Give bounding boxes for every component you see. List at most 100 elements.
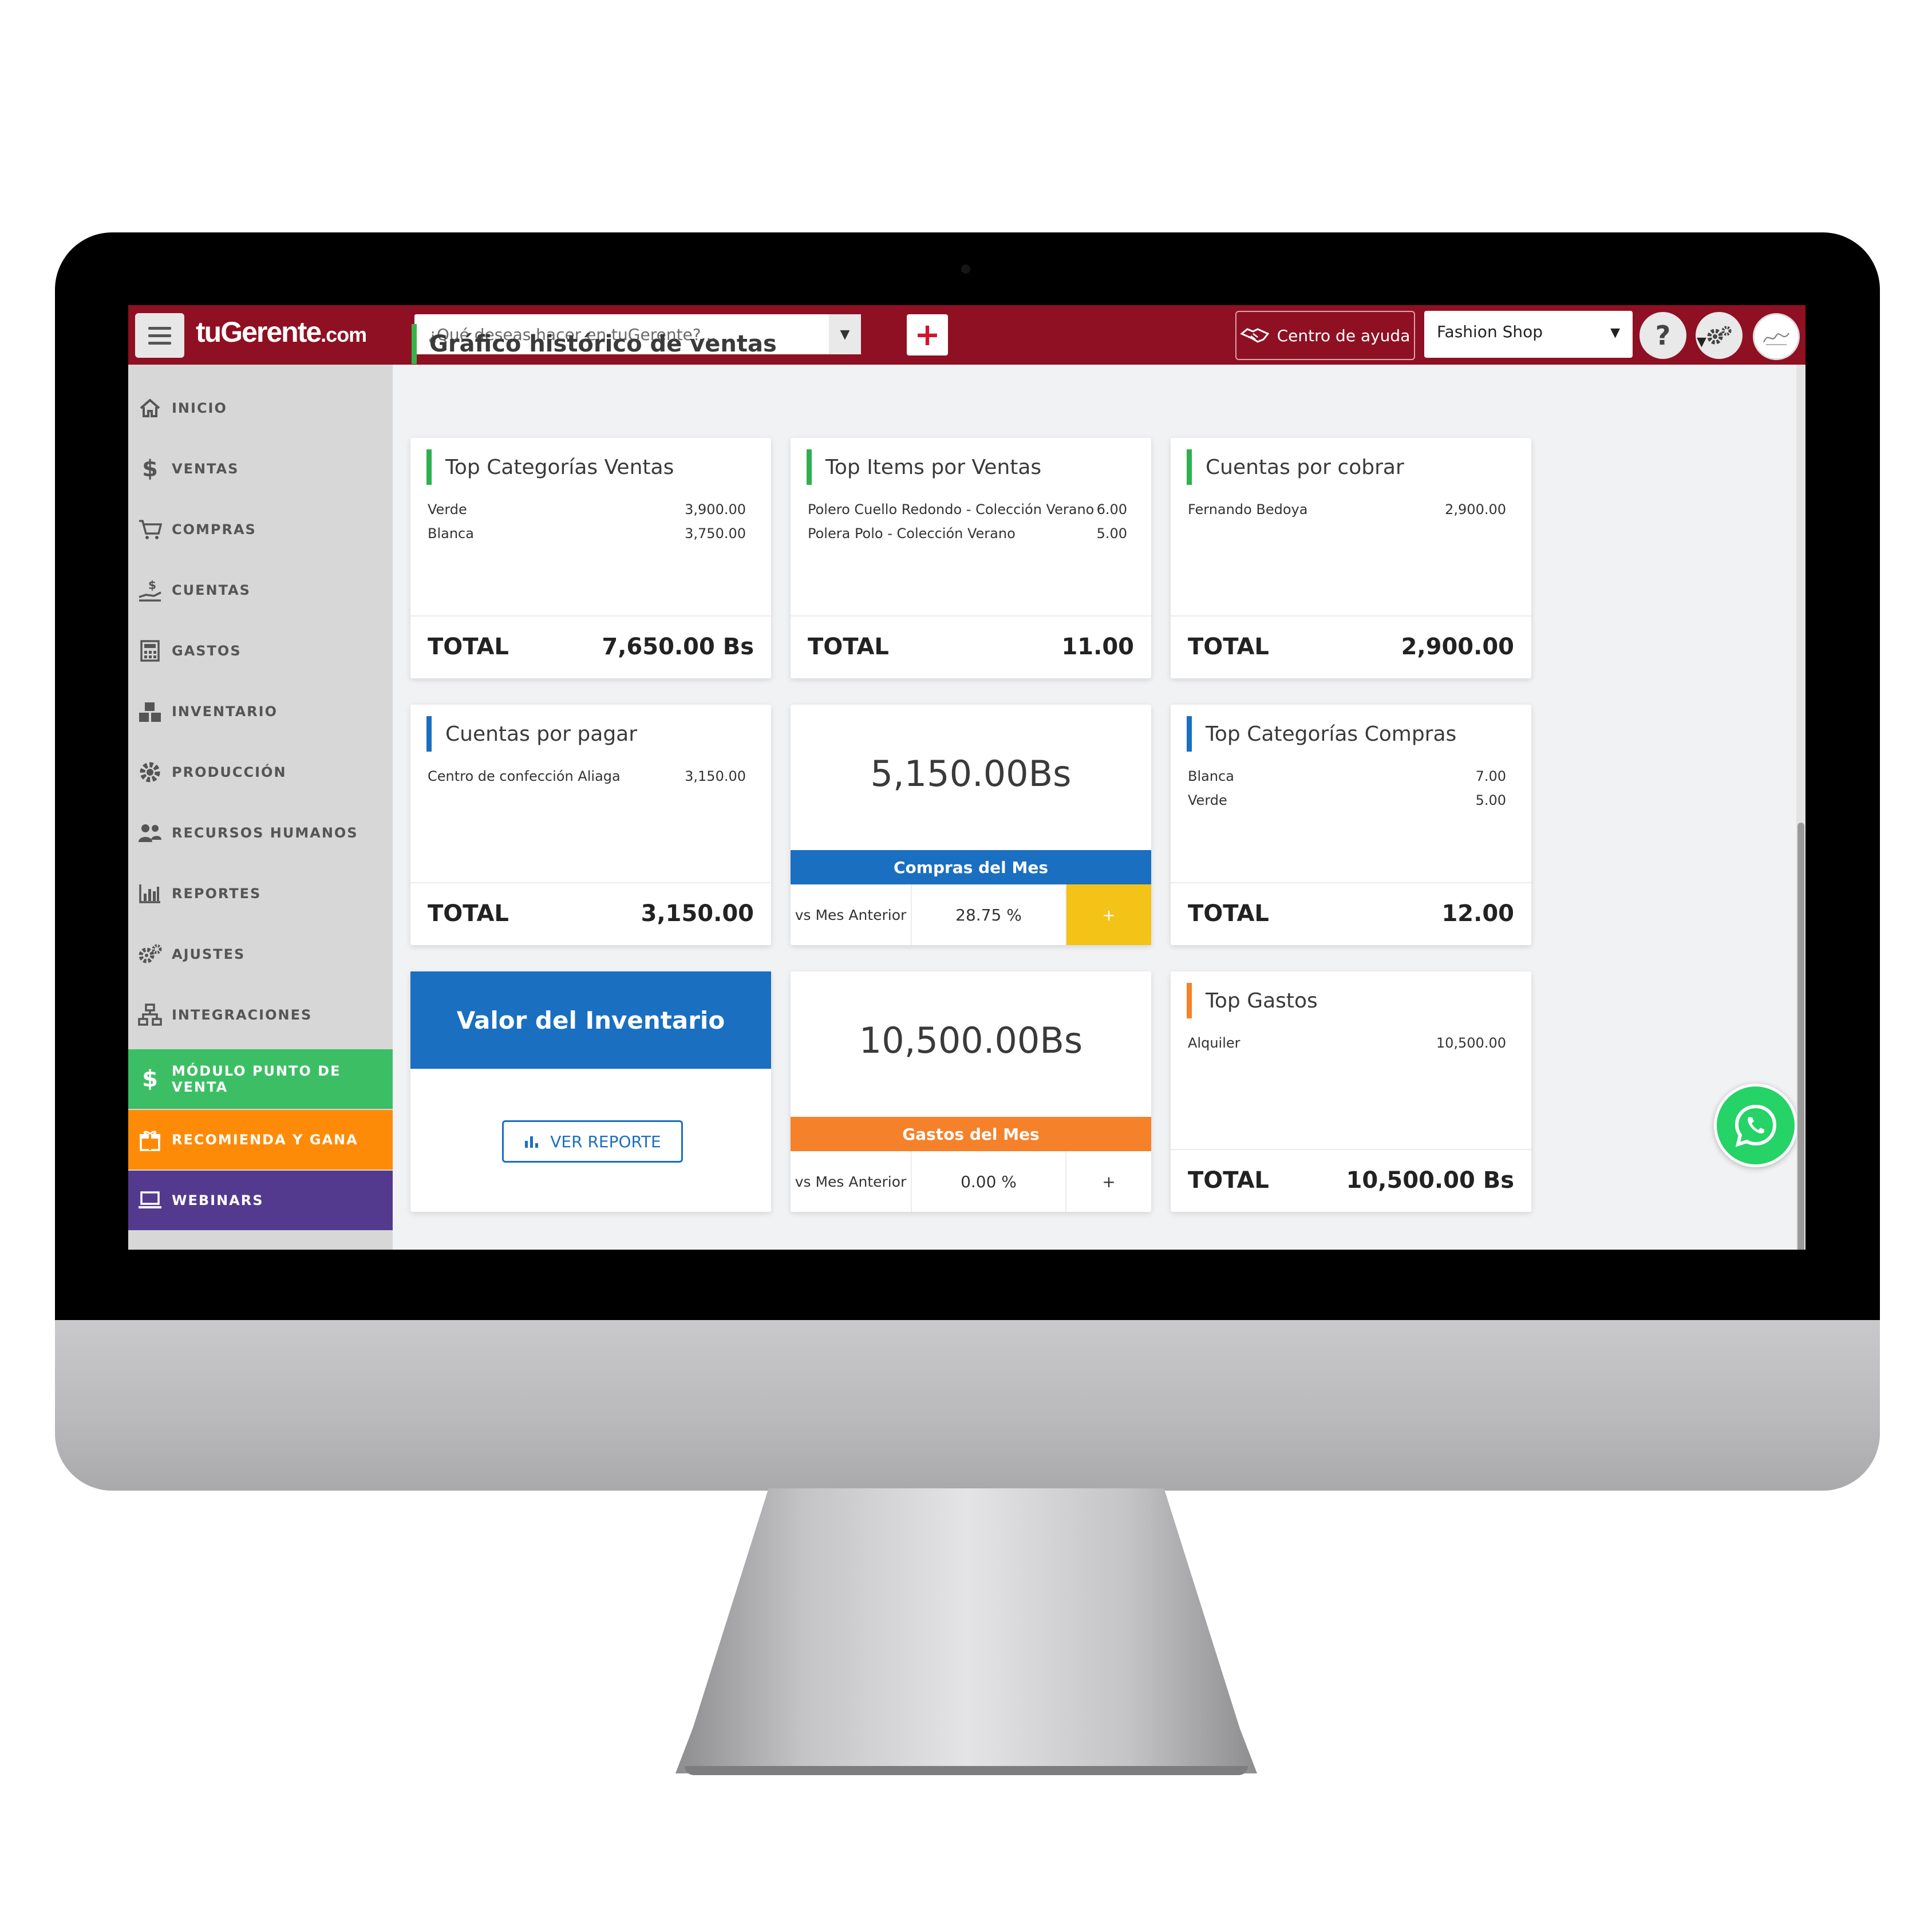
list-item: Centro de confección Aliaga 3,150.00	[428, 764, 746, 788]
cart-icon	[137, 517, 163, 542]
item-name: Verde	[428, 501, 467, 517]
list-item: Alquiler 10,500.00	[1188, 1031, 1506, 1055]
section-collapse-toggle[interactable]: ▼	[1697, 335, 1706, 349]
list-item: Blanca 7.00	[1188, 764, 1506, 788]
dollar-icon: $	[142, 1066, 158, 1092]
shop-select[interactable]: Fashion Shop ▼	[1424, 311, 1633, 358]
scrollbar-thumb[interactable]	[1797, 823, 1804, 1250]
help-button[interactable]: ?	[1639, 312, 1686, 359]
compras-mes-label: Compras del Mes	[791, 850, 1151, 884]
ver-reporte-button[interactable]: VER REPORTE	[502, 1120, 683, 1163]
user-avatar[interactable]	[1753, 313, 1800, 360]
card-rows: Verde 3,900.00 Blanca 3,750.00	[428, 497, 746, 546]
scrollbar[interactable]	[1796, 365, 1805, 1250]
sidebar-item-recomienda-y-gana[interactable]: RECOMIENDA Y GANA	[128, 1110, 393, 1170]
card-total: TOTAL 12.00	[1171, 882, 1531, 945]
item-name: Polero Cuello Redondo - Colección Verano	[808, 501, 1095, 517]
list-item: Polero Cuello Redondo - Colección Verano…	[808, 497, 1127, 521]
item-name: Polera Polo - Colección Verano	[808, 526, 1016, 542]
compare-label: vs Mes Anterior	[791, 884, 912, 945]
help-center-label: Centro de ayuda	[1277, 326, 1411, 345]
sidebar-item-gastos[interactable]: GASTOS	[128, 621, 393, 681]
total-label: TOTAL	[1188, 634, 1269, 660]
card-total: TOTAL 11.00	[791, 615, 1151, 678]
sidebar-item-label: MÓDULO PUNTO DE VENTA	[172, 1063, 341, 1095]
chart-icon	[137, 881, 163, 906]
gastos-mes-value: 10,500.00Bs	[859, 1020, 1083, 1061]
caret-down-icon: ▼	[1610, 326, 1620, 340]
sidebar-item-cuentas[interactable]: $ CUENTAS	[128, 560, 393, 620]
hand-coin-icon: $	[137, 578, 163, 603]
sidebar-item-webinars[interactable]: WEBINARS	[128, 1171, 393, 1230]
handshake-icon	[1240, 328, 1269, 343]
item-value: 5.00	[1475, 792, 1506, 808]
home-icon	[137, 396, 163, 421]
sidebar-item-ventas[interactable]: $ VENTAS	[128, 439, 393, 499]
sidebar-item-label: REPORTES	[172, 886, 262, 902]
gears-icon	[1707, 326, 1732, 345]
sidebar-item-modulo-punto-de-venta[interactable]: $ MÓDULO PUNTO DE VENTA	[128, 1049, 393, 1109]
card-title: Top Gastos	[1187, 983, 1318, 1018]
quick-add-button[interactable]: +	[907, 314, 948, 355]
app-screen: tuGerente.com ▼ + Centro de ayuda Fashio…	[128, 305, 1805, 1250]
valor-inventario-title: Valor del Inventario	[410, 971, 771, 1069]
hamburger-menu-button[interactable]	[135, 313, 184, 358]
item-value: 5.00	[1096, 526, 1127, 542]
card-title: Top Items por Ventas	[807, 449, 1041, 485]
sidebar-item-label: VENTAS	[172, 461, 239, 477]
signature-logo-icon	[1763, 333, 1789, 345]
sidebar-item-ajustes[interactable]: AJUSTES	[128, 924, 393, 984]
card-compras-del-mes: 5,150.00Bs Compras del Mes vs Mes Anteri…	[791, 705, 1151, 945]
total-value: 10,500.00 Bs	[1346, 1167, 1514, 1194]
sidebar-item-inicio[interactable]: INICIO	[128, 378, 393, 438]
compare-value: 28.75 %	[912, 884, 1066, 945]
card-cuentas-por-pagar: Cuentas por pagar Centro de confección A…	[410, 705, 771, 945]
sidebar-item-label: COMPRAS	[172, 521, 256, 538]
card-rows: Alquiler 10,500.00	[1188, 1031, 1506, 1055]
sidebar-item-label: INICIO	[172, 400, 227, 416]
item-value: 6.00	[1096, 501, 1127, 517]
caret-down-icon: ▼	[1697, 335, 1706, 349]
logo-suffix-text: .com	[321, 323, 367, 346]
card-valor-inventario: Valor del Inventario VER REPORTE	[410, 971, 771, 1212]
sidebar-item-compras[interactable]: COMPRAS	[128, 500, 393, 559]
list-item: Blanca 3,750.00	[428, 521, 746, 546]
search-dropdown-button[interactable]: ▼	[829, 314, 861, 354]
help-center-button[interactable]: Centro de ayuda	[1235, 311, 1415, 360]
total-label: TOTAL	[1188, 1167, 1269, 1194]
sidebar-item-label: INVENTARIO	[172, 704, 278, 720]
section-title: Gráfico histórico de ventas	[412, 324, 777, 364]
menu-icon-line	[148, 334, 171, 337]
sidebar-item-label: GASTOS	[172, 643, 242, 659]
app-logo[interactable]: tuGerente.com	[196, 315, 367, 349]
sidebar-item-integraciones[interactable]: INTEGRACIONES	[128, 985, 393, 1045]
sidebar-item-reportes[interactable]: REPORTES	[128, 864, 393, 923]
card-total: TOTAL 3,150.00	[410, 882, 771, 945]
sidebar-item-produccion[interactable]: PRODUCCIÓN	[128, 742, 393, 802]
sidebar: INICIO $ VENTAS COMPRAS $ CUENTAS GASTOS…	[128, 365, 393, 1250]
total-value: 3,150.00	[641, 900, 754, 927]
ver-reporte-label: VER REPORTE	[550, 1132, 661, 1151]
item-value: 10,500.00	[1436, 1035, 1506, 1051]
item-name: Alquiler	[1188, 1035, 1240, 1051]
monitor-chin	[55, 1320, 1880, 1491]
sidebar-item-inventario[interactable]: INVENTARIO	[128, 682, 393, 741]
card-title: Top Categorías Compras	[1187, 716, 1456, 752]
gift-icon	[137, 1127, 163, 1152]
item-value: 3,150.00	[685, 768, 746, 784]
item-name: Fernando Bedoya	[1188, 501, 1308, 517]
total-label: TOTAL	[428, 634, 509, 660]
total-label: TOTAL	[1188, 900, 1269, 927]
list-item: Fernando Bedoya 2,900.00	[1188, 497, 1506, 521]
sidebar-item-recursos-humanos[interactable]: RECURSOS HUMANOS	[128, 803, 393, 863]
item-value: 3,900.00	[685, 501, 746, 517]
dollar-icon: $	[142, 456, 158, 482]
svg-text:$: $	[148, 579, 156, 592]
network-icon	[137, 1002, 163, 1028]
item-name: Centro de confección Aliaga	[428, 768, 621, 784]
card-rows: Polero Cuello Redondo - Colección Verano…	[808, 497, 1127, 546]
laptop-icon	[137, 1188, 163, 1213]
sidebar-item-label: PRODUCCIÓN	[172, 764, 287, 780]
whatsapp-chat-button[interactable]	[1714, 1084, 1797, 1167]
card-rows: Centro de confección Aliaga 3,150.00	[428, 764, 746, 788]
